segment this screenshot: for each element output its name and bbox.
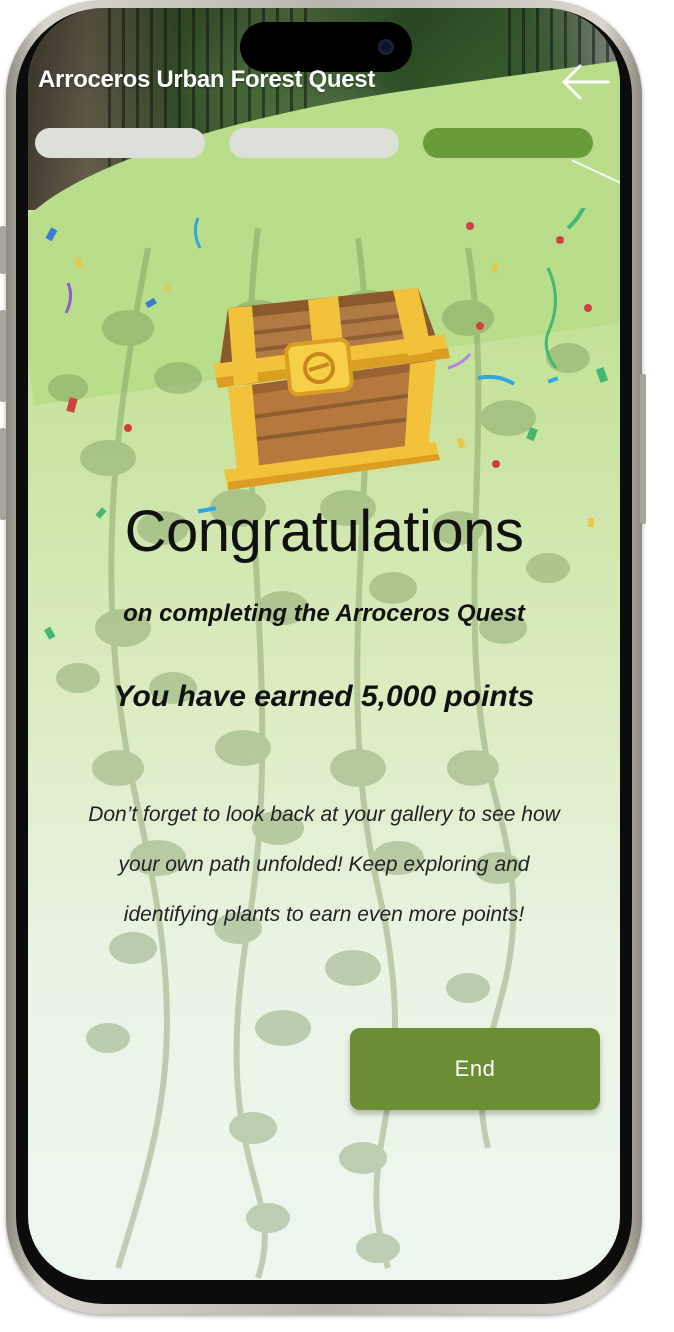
volume-down-button <box>0 428 6 520</box>
treasure-chest-icon <box>214 288 450 490</box>
progress-step-1 <box>35 128 205 158</box>
arrow-left-icon <box>562 64 610 100</box>
gallery-message: Don’t forget to look back at your galler… <box>88 803 560 926</box>
end-button[interactable]: End <box>350 1028 600 1110</box>
quest-subtitle: on completing the Arroceros Quest <box>123 600 525 627</box>
silent-switch <box>0 226 6 274</box>
power-button <box>640 374 646 524</box>
app-title: Arroceros Urban Forest Quest <box>38 66 376 93</box>
progress-step-2 <box>229 128 399 158</box>
front-camera <box>378 39 394 55</box>
app-screen: Congratulations on completing the Arroce… <box>28 8 620 1280</box>
volume-up-button <box>0 310 6 402</box>
progress-step-3 <box>423 128 593 158</box>
congratulations-heading: Congratulations <box>124 499 524 564</box>
points-earned: You have earned 5,000 points <box>113 680 535 713</box>
dynamic-island <box>240 22 412 72</box>
back-button[interactable] <box>560 62 612 102</box>
